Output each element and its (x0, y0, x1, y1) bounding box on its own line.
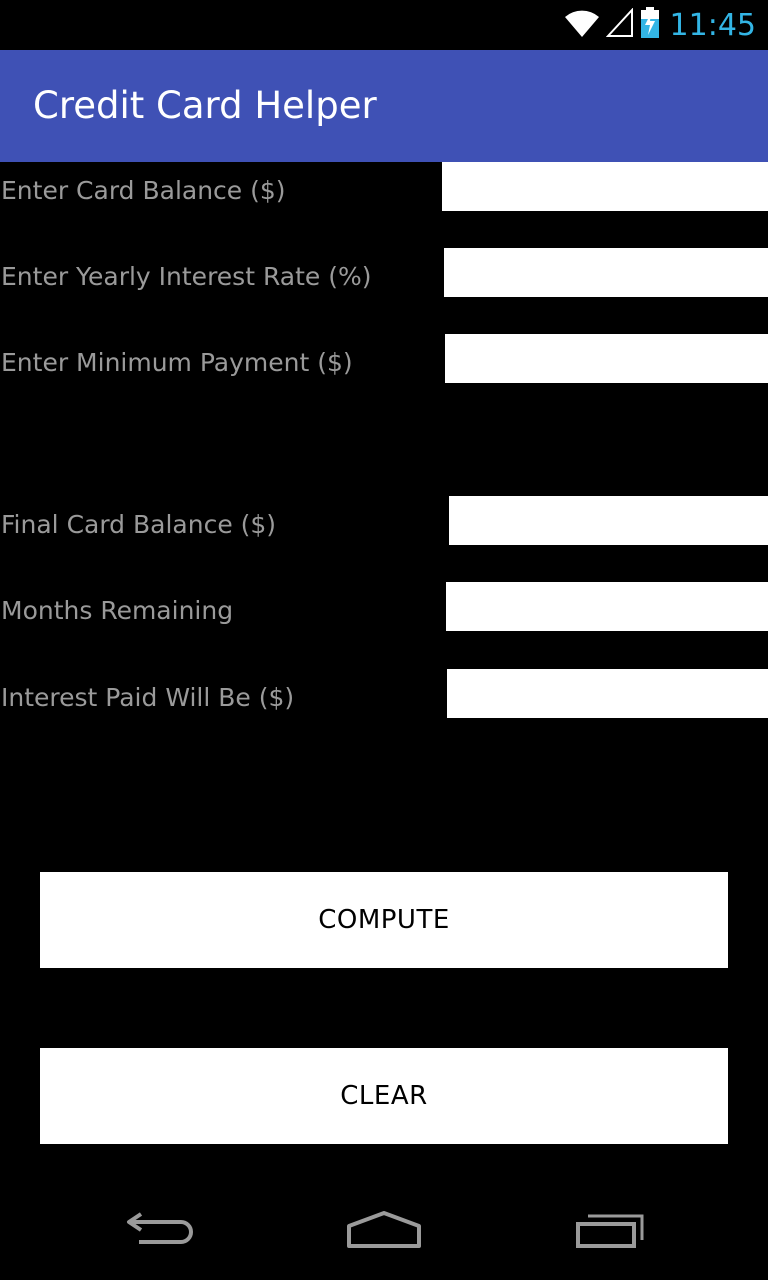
months-remaining-field[interactable] (446, 582, 768, 631)
interest-paid-label: Interest Paid Will Be ($) (1, 683, 295, 712)
home-icon (346, 1210, 422, 1255)
battery-charging-icon (640, 6, 660, 44)
final-balance-field[interactable] (449, 496, 768, 545)
compute-button[interactable]: COMPUTE (40, 872, 728, 968)
card-balance-input[interactable] (442, 162, 768, 211)
signal-icon (605, 6, 634, 43)
app-title: Credit Card Helper (33, 84, 377, 127)
status-time: 11:45 (669, 7, 756, 43)
minimum-payment-label: Enter Minimum Payment ($) (1, 348, 353, 377)
months-remaining-label: Months Remaining (1, 596, 234, 625)
navigation-bar (0, 1184, 768, 1280)
final-balance-label: Final Card Balance ($) (1, 510, 277, 539)
interest-paid-field[interactable] (447, 669, 768, 718)
recents-icon (574, 1210, 646, 1255)
wifi-icon (564, 8, 600, 43)
recents-button[interactable] (560, 1204, 660, 1260)
app-bar: Credit Card Helper (0, 50, 768, 162)
minimum-payment-input[interactable] (445, 334, 768, 383)
status-bar: 11:45 (0, 0, 768, 50)
card-balance-label: Enter Card Balance ($) (1, 176, 286, 205)
interest-rate-label: Enter Yearly Interest Rate (%) (1, 262, 372, 291)
status-icons: 11:45 (564, 0, 756, 50)
back-button[interactable] (110, 1204, 210, 1260)
clear-button[interactable]: CLEAR (40, 1048, 728, 1144)
back-icon (125, 1210, 195, 1255)
interest-rate-input[interactable] (444, 248, 768, 297)
home-button[interactable] (334, 1204, 434, 1260)
